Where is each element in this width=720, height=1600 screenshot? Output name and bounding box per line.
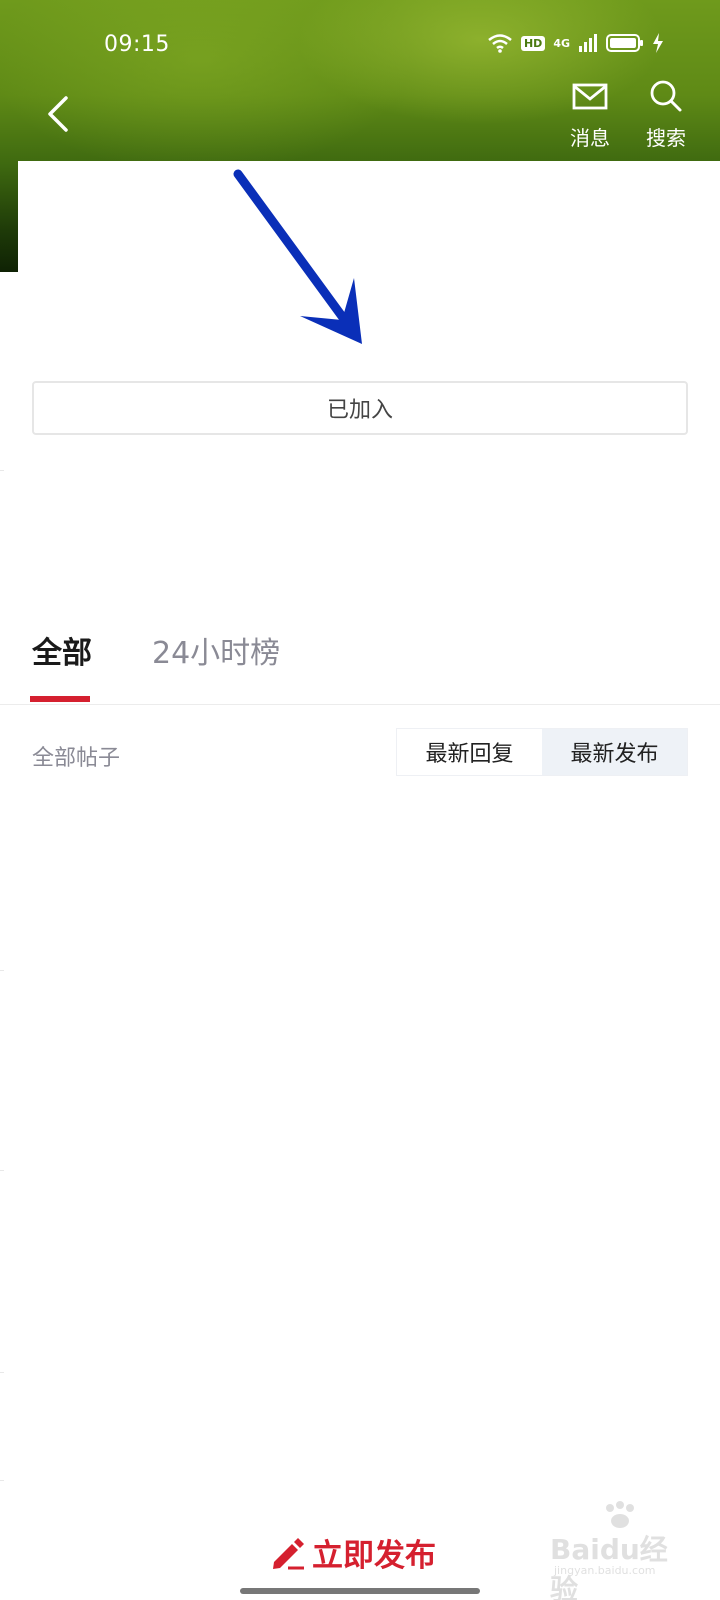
left-edge-marks [0, 0, 4, 1600]
tabs-divider [0, 704, 720, 705]
top-nav-bar: 消息 搜索 [0, 78, 720, 158]
publish-now-button[interactable]: 立即发布 [270, 1528, 436, 1576]
sort-toggle: 最新回复 最新发布 [396, 728, 688, 776]
publish-label: 立即发布 [312, 1537, 436, 1574]
hd-icon: HD [520, 35, 546, 51]
tab-bar: 全部 24小时榜 [0, 628, 720, 704]
joined-button[interactable]: 已加入 [32, 381, 688, 435]
search-icon [650, 80, 682, 112]
baidu-watermark: Baidu经验 jingyan.baidu.com [550, 1500, 690, 1600]
sort-latest-reply-button[interactable]: 最新回复 [397, 729, 542, 775]
status-icons: HD 4G [487, 32, 664, 54]
messages-label: 消息 [570, 126, 610, 150]
envelope-icon [572, 83, 608, 110]
search-button[interactable]: 搜索 [634, 78, 698, 152]
status-time: 09:15 [104, 32, 170, 57]
messages-button[interactable]: 消息 [558, 78, 622, 152]
all-posts-label: 全部帖子 [32, 746, 121, 771]
network-type: 4G [553, 36, 570, 50]
status-bar: 09:15 HD 4G [0, 28, 720, 64]
tab-24h-ranking[interactable]: 24小时榜 [152, 628, 280, 672]
back-chevron-icon [48, 96, 68, 132]
paw-logo-icon [606, 1501, 634, 1528]
annotation-arrow [233, 169, 362, 344]
home-indicator[interactable] [240, 1588, 480, 1594]
back-button[interactable] [40, 92, 76, 136]
signal-icon [579, 34, 597, 52]
pencil-icon [273, 1538, 304, 1570]
active-tab-indicator [30, 696, 90, 702]
battery-icon [606, 34, 643, 52]
tab-all[interactable]: 全部 [32, 628, 92, 672]
search-label: 搜索 [646, 126, 686, 150]
sort-latest-post-button[interactable]: 最新发布 [542, 729, 687, 775]
watermark-url: jingyan.baidu.com [554, 1564, 656, 1577]
charging-icon [653, 33, 663, 53]
filter-row: 全部帖子 最新回复 最新发布 [0, 728, 720, 778]
wifi-icon [488, 34, 512, 53]
